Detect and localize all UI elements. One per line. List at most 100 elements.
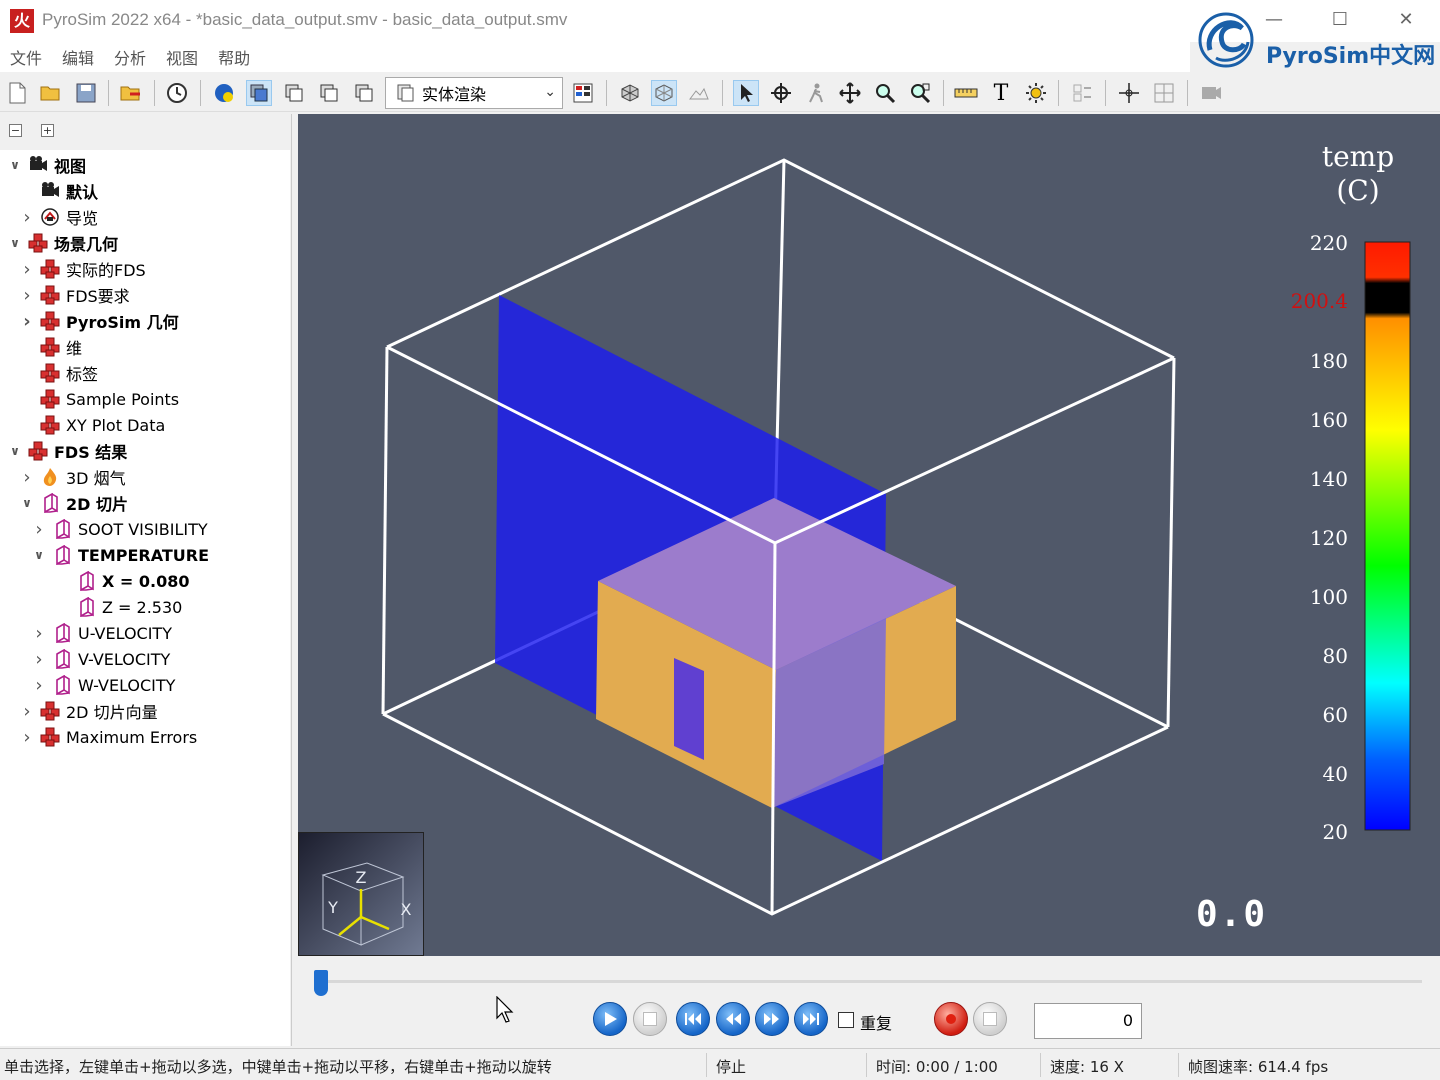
collapse-all-button[interactable]: −: [9, 124, 22, 137]
tree-item[interactable]: › PyroSim 几何: [20, 308, 179, 334]
top-view-icon[interactable]: [351, 80, 377, 106]
tree-item[interactable]: ∨ TEMPERATURE: [32, 542, 209, 568]
timer-icon[interactable]: [164, 80, 190, 106]
legend-marker-value: 200.4: [1290, 289, 1348, 313]
orbit-tool-icon[interactable]: [768, 80, 794, 106]
chevron-down-icon[interactable]: ∨: [8, 236, 22, 250]
chevron-right-icon[interactable]: ›: [20, 311, 34, 332]
tree-item[interactable]: › 2D 切片向量: [20, 698, 157, 724]
chevron-right-icon[interactable]: ›: [20, 727, 34, 748]
frame-number-input[interactable]: 0: [1034, 1003, 1142, 1039]
chevron-right-icon[interactable]: ›: [32, 519, 46, 540]
text-tool-icon[interactable]: T: [988, 80, 1014, 106]
chevron-right-icon[interactable]: ›: [20, 207, 34, 228]
zoom-box-icon[interactable]: [907, 80, 933, 106]
tree-item[interactable]: ∨ 视图: [8, 152, 86, 178]
fit-view-icon[interactable]: [1151, 80, 1177, 106]
solid-view-icon[interactable]: [246, 80, 272, 106]
terrain-icon[interactable]: [686, 80, 712, 106]
tree-item[interactable]: Z = 2.530: [56, 594, 182, 620]
chevron-right-icon[interactable]: ›: [32, 623, 46, 644]
color-map-icon[interactable]: [570, 80, 596, 106]
results-tree: ∨ 视图 默认 › 导览 ∨ 场景几何 › 实际的FDS › FDS要求 › PyroSim 几何维标签…: [0, 150, 290, 1046]
globe-icon[interactable]: [211, 80, 237, 106]
tree-item[interactable]: › 3D 烟气: [20, 464, 126, 490]
menu-analysis[interactable]: 分析: [114, 45, 146, 69]
time-slider-thumb[interactable]: [314, 970, 328, 996]
repeat-checkbox[interactable]: [838, 1012, 854, 1028]
align-icon[interactable]: [1069, 80, 1095, 106]
render-mode-select[interactable]: 实体渲染 ⌄: [385, 77, 563, 109]
zoom-tool-icon[interactable]: [872, 80, 898, 106]
chevron-right-icon[interactable]: ›: [32, 649, 46, 670]
tree-item[interactable]: ∨ 场景几何: [8, 230, 118, 256]
new-file-icon[interactable]: [4, 80, 30, 106]
menu-edit[interactable]: 编辑: [62, 45, 94, 69]
first-frame-button[interactable]: [676, 1002, 710, 1036]
mesh-icon[interactable]: [617, 80, 643, 106]
axis-orientation-widget[interactable]: Z Y X: [298, 832, 424, 956]
axis-label-y: Y: [327, 898, 338, 917]
chevron-down-icon[interactable]: ∨: [32, 548, 46, 562]
scene-canvas[interactable]: [298, 114, 1440, 956]
tree-item[interactable]: Sample Points: [20, 386, 179, 412]
tree-item[interactable]: 维: [20, 334, 82, 360]
tree-item[interactable]: › W-VELOCITY: [32, 672, 175, 698]
tree-item[interactable]: ∨ FDS 结果: [8, 438, 127, 464]
record-stop-button[interactable]: [973, 1002, 1007, 1036]
tree-item-label: FDS要求: [66, 287, 130, 306]
front-view-icon[interactable]: [281, 80, 307, 106]
open-folder-icon[interactable]: [38, 80, 64, 106]
tree-item[interactable]: › V-VELOCITY: [32, 646, 170, 672]
play-button[interactable]: [593, 1002, 627, 1036]
time-slider-track[interactable]: [314, 980, 1422, 983]
tree-item[interactable]: › SOOT VISIBILITY: [32, 516, 207, 542]
tree-item-label: 3D 烟气: [66, 469, 126, 488]
tree-item[interactable]: ∨ 2D 切片: [20, 490, 128, 516]
chevron-down-icon[interactable]: ∨: [20, 496, 34, 510]
record-button[interactable]: [934, 1002, 968, 1036]
chevron-right-icon[interactable]: ›: [32, 675, 46, 696]
tree-item[interactable]: 标签: [20, 360, 98, 386]
3d-viewport[interactable]: temp (C) 220 200.4 180 160 140 120 100 8…: [298, 114, 1440, 956]
walk-tool-icon[interactable]: [803, 80, 829, 106]
wireframe-icon[interactable]: [651, 80, 677, 106]
pan-tool-icon[interactable]: [837, 80, 863, 106]
chevron-right-icon[interactable]: ›: [20, 467, 34, 488]
legend-tick: 40: [1322, 762, 1348, 786]
last-frame-button[interactable]: [794, 1002, 828, 1036]
tree-item[interactable]: X = 0.080: [56, 568, 190, 594]
menu-help[interactable]: 帮助: [218, 45, 250, 69]
legend-tick: 20: [1322, 820, 1348, 844]
ruler-icon[interactable]: [953, 80, 979, 106]
menu-view[interactable]: 视图: [166, 45, 198, 69]
step-forward-button[interactable]: [755, 1002, 789, 1036]
crosshair-icon[interactable]: [1116, 80, 1142, 106]
chevron-down-icon[interactable]: ∨: [8, 158, 22, 172]
slice-icon: [52, 544, 72, 566]
export-icon[interactable]: [118, 80, 144, 106]
tree-item-label: PyroSim 几何: [66, 313, 179, 332]
chevron-right-icon[interactable]: ›: [20, 701, 34, 722]
save-icon[interactable]: [73, 80, 99, 106]
light-icon[interactable]: [1023, 80, 1049, 106]
stop-button[interactable]: [633, 1002, 667, 1036]
tree-item[interactable]: › FDS要求: [20, 282, 130, 308]
select-tool-icon[interactable]: [733, 80, 759, 106]
chevron-down-icon[interactable]: ∨: [8, 444, 22, 458]
chevron-right-icon[interactable]: ›: [20, 285, 34, 306]
tree-item[interactable]: XY Plot Data: [20, 412, 165, 438]
stop-icon: [983, 1012, 997, 1026]
expand-all-button[interactable]: +: [41, 124, 54, 137]
side-view-icon[interactable]: [316, 80, 342, 106]
tree-item[interactable]: › 导览: [20, 204, 98, 230]
chevron-right-icon[interactable]: ›: [20, 259, 34, 280]
step-back-button[interactable]: [716, 1002, 750, 1036]
record-view-icon[interactable]: [1198, 80, 1224, 106]
tree-item[interactable]: › 实际的FDS: [20, 256, 145, 282]
tree-item[interactable]: 默认: [20, 178, 98, 204]
tree-item[interactable]: › U-VELOCITY: [32, 620, 172, 646]
tree-item[interactable]: › Maximum Errors: [20, 724, 197, 750]
geometry-icon: [40, 285, 60, 305]
menu-file[interactable]: 文件: [10, 45, 42, 69]
